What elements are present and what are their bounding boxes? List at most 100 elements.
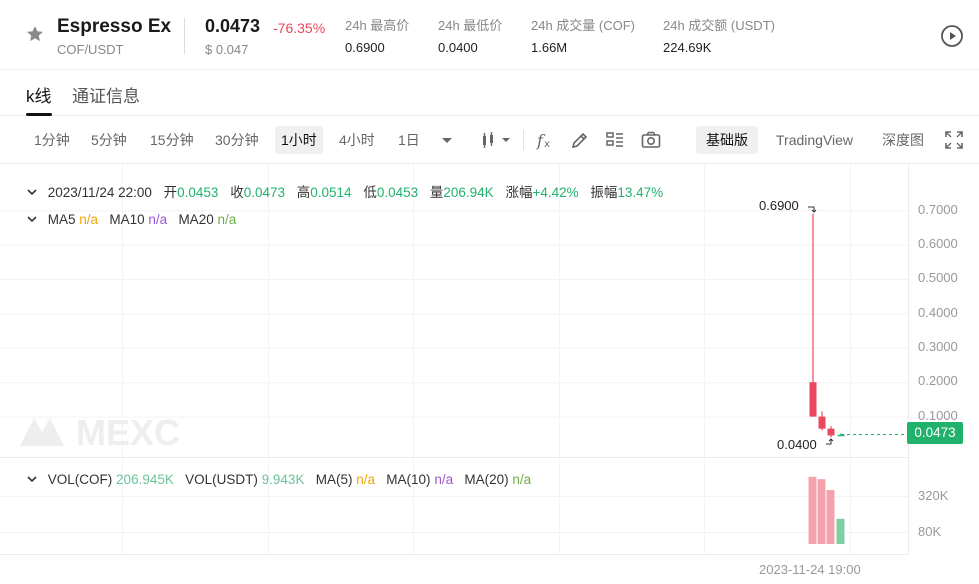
chart-grid	[0, 164, 909, 555]
header-divider	[184, 18, 185, 54]
timeframe-1m[interactable]: 1分钟	[28, 126, 76, 154]
candle-body	[827, 428, 835, 436]
chart-tabs: k线 通证信息	[0, 70, 979, 116]
change-label: 涨幅	[505, 185, 533, 200]
chart-type-icon[interactable]	[480, 129, 514, 151]
ma20-label: MA20	[178, 212, 214, 227]
vol-cof-value: 206.945K	[116, 472, 174, 487]
stat-low-value: 0.0400	[438, 40, 478, 55]
market-header: Espresso Ex COF/USDT 0.0473 -76.35% $ 0.…	[0, 0, 979, 70]
current-price-tag: 0.0473	[907, 422, 963, 444]
low-label: 低	[363, 185, 377, 200]
high-label: 高	[296, 185, 311, 200]
stat-volume-value: 1.66M	[531, 40, 568, 55]
timeframe-30m[interactable]: 30分钟	[209, 126, 265, 154]
vol-cof-label: VOL(COF)	[47, 472, 113, 487]
pair-symbol: COF/USDT	[57, 42, 124, 57]
candle-body	[818, 416, 826, 429]
last-price: 0.0473	[205, 16, 261, 36]
timeframe-1d[interactable]: 1日	[392, 126, 426, 154]
close-value: 0.0473	[243, 185, 285, 200]
price-axis-tick: 0.4000	[918, 305, 958, 320]
candle-body	[809, 382, 817, 417]
stat-turnover-label: 24h 成交额 (USDT)	[663, 18, 775, 33]
tab-token-info[interactable]: 通证信息	[72, 82, 140, 107]
open-label: 开	[163, 185, 178, 200]
price-axis-tick: 0.2000	[918, 373, 958, 388]
ma5-label: MA5	[47, 212, 76, 227]
stat-volume-label: 24h 成交量 (COF)	[531, 18, 636, 33]
collapse-chevron-icon[interactable]	[26, 473, 38, 485]
mexc-watermark-logo: MEXC	[20, 412, 180, 450]
svg-text:x: x	[544, 139, 550, 150]
play-icon[interactable]	[940, 24, 964, 48]
layout-list-icon[interactable]	[604, 129, 626, 151]
stat-low-label: 24h 最低价	[438, 18, 503, 33]
high-marker-arrow	[808, 206, 817, 213]
volume-axis-tick: 80K	[918, 524, 942, 539]
price-axis-tick: 0.5000	[918, 270, 958, 285]
price-axis-tick: 0.6000	[918, 236, 958, 251]
price-axis-tick: 0.7000	[918, 202, 958, 217]
vol-ma20-value: n/a	[512, 472, 532, 487]
favorite-star-icon[interactable]	[25, 24, 45, 44]
candle-info-row: 2023/11/24 22:00 开0.0453 收0.0473 高0.0514…	[26, 181, 663, 201]
collapse-chevron-icon[interactable]	[26, 186, 38, 198]
ma10-label: MA10	[109, 212, 145, 227]
mode-depth[interactable]: 深度图	[872, 126, 934, 154]
ma5-value: n/a	[79, 212, 99, 227]
volume-label: 量	[429, 185, 444, 200]
usd-price: $ 0.047	[205, 42, 249, 57]
volume-bar	[836, 518, 845, 544]
vol-usdt-value: 9.943K	[261, 472, 305, 487]
vol-ma5-label: MA(5)	[315, 472, 353, 487]
mode-basic[interactable]: 基础版	[696, 126, 758, 154]
more-timeframes-caret-icon[interactable]	[436, 129, 458, 151]
time-axis-label: 2023-11-24 19:00	[759, 562, 861, 577]
stat-turnover-value: 224.69K	[663, 40, 712, 55]
timeframe-15m[interactable]: 15分钟	[144, 126, 200, 154]
amplitude-value: 13.47%	[617, 185, 664, 200]
change-value: +4.42%	[532, 185, 579, 200]
volume-bar	[826, 490, 835, 544]
toolbar-divider	[523, 130, 524, 150]
low-value: 0.0453	[376, 185, 419, 200]
mode-tradingview[interactable]: TradingView	[766, 126, 863, 154]
kline-chart[interactable]: MEXC 2023/11/24 22:00 开0.0453 收0.0473 高0…	[0, 164, 979, 584]
candle-datetime: 2023/11/24 22:00	[47, 185, 152, 200]
fullscreen-icon[interactable]	[943, 129, 965, 151]
watermark-text: MEXC	[76, 412, 180, 450]
vol-ma10-value: n/a	[434, 472, 454, 487]
pair-name: Espresso Ex	[57, 16, 172, 37]
ma10-value: n/a	[148, 212, 168, 227]
ma-legend-row: MA5 n/a MA10 n/a MA20 n/a	[26, 212, 236, 227]
collapse-chevron-icon[interactable]	[26, 213, 38, 225]
low-marker-arrow	[826, 438, 834, 445]
indicators-fx-icon[interactable]: f x	[535, 129, 557, 151]
stat-high-label: 24h 最高价	[345, 18, 410, 33]
timeframe-1h[interactable]: 1小时	[275, 126, 323, 154]
volume-bar	[808, 476, 817, 544]
timeframe-4h[interactable]: 4小时	[333, 126, 381, 154]
chart-toolbar: 1分钟 5分钟 15分钟 30分钟 1小时 4小时 1日 f x 基础版 Tra…	[0, 116, 979, 164]
vol-ma20-label: MA(20)	[464, 472, 509, 487]
volume-legend-row: VOL(COF) 206.945K VOL(USDT) 9.943K MA(5)…	[26, 472, 531, 487]
vol-usdt-label: VOL(USDT)	[185, 472, 258, 487]
open-value: 0.0453	[177, 185, 219, 200]
tab-kline[interactable]: k线	[26, 82, 52, 107]
high-marker-label: 0.6900	[759, 198, 799, 213]
low-marker-label: 0.0400	[777, 437, 817, 452]
volume-value: 206.94K	[443, 185, 494, 200]
high-value: 0.0514	[310, 185, 352, 200]
price-change: -76.35%	[273, 20, 326, 36]
drawing-pencil-icon[interactable]	[569, 129, 591, 151]
volume-axis-tick: 320K	[918, 488, 949, 503]
timeframe-5m[interactable]: 5分钟	[85, 126, 133, 154]
stat-high-value: 0.6900	[345, 40, 385, 55]
vol-ma5-value: n/a	[356, 472, 376, 487]
amplitude-label: 振幅	[590, 185, 618, 200]
camera-snapshot-icon[interactable]	[640, 129, 662, 151]
vol-ma10-label: MA(10)	[386, 472, 431, 487]
volume-bar	[817, 479, 826, 544]
ma20-value: n/a	[217, 212, 237, 227]
